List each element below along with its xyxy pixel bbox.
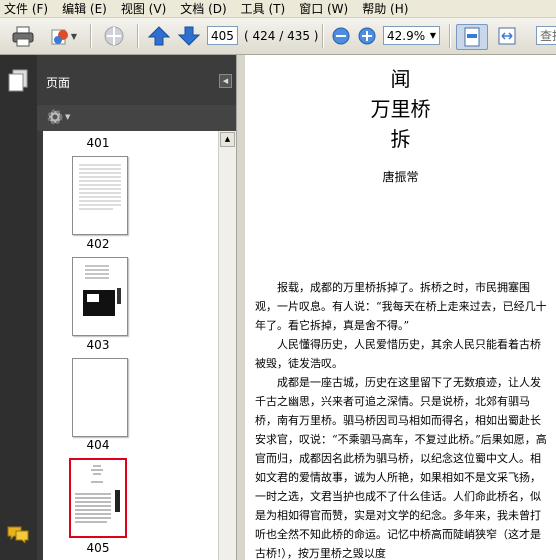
fit-page-icon xyxy=(464,27,480,47)
menu-file[interactable]: 文件 (F) xyxy=(0,0,52,17)
share-button[interactable]: ▼ xyxy=(46,24,80,48)
doc-title-line-2: 万里桥 xyxy=(370,97,431,121)
thumbnail-label: 401 xyxy=(86,136,110,150)
page-number-input[interactable]: 405 xyxy=(207,26,238,45)
comments-nav-button[interactable] xyxy=(6,525,30,546)
thumbnail-list: 401 402 403 404 405 xyxy=(43,131,218,560)
panel-options-bar: ▼ xyxy=(37,105,236,131)
toolbar-divider xyxy=(137,24,139,48)
thumbnail-scrollbar[interactable]: ▲ xyxy=(218,131,237,560)
menu-edit[interactable]: 编辑 (E) xyxy=(58,0,111,17)
menu-help[interactable]: 帮助 (H) xyxy=(358,0,412,17)
options-button[interactable]: ▼ xyxy=(46,108,70,126)
menu-document[interactable]: 文档 (D) xyxy=(176,0,230,17)
globe-icon xyxy=(104,26,124,46)
arrow-down-icon xyxy=(178,26,200,46)
panel-header: 页面 ◀ xyxy=(37,55,236,105)
doc-title-line-1: 闻 xyxy=(390,67,411,91)
navigation-strip xyxy=(0,55,38,560)
toolbar-divider xyxy=(449,24,451,48)
print-icon xyxy=(12,26,34,47)
thumbnail-page-405[interactable] xyxy=(69,458,127,538)
chevron-down-icon: ▼ xyxy=(65,113,71,121)
thumbnail-page-403[interactable] xyxy=(72,257,128,336)
zoom-in-button[interactable] xyxy=(356,24,378,48)
comments-icon xyxy=(7,526,29,545)
menu-window[interactable]: 窗口 (W) xyxy=(295,0,352,17)
next-page-button[interactable] xyxy=(177,24,201,48)
toolbar-divider xyxy=(90,24,92,48)
page-preview xyxy=(79,164,121,210)
thumbnail-label: 403 xyxy=(86,338,110,352)
fit-page-button[interactable] xyxy=(456,24,488,50)
previous-page-button[interactable] xyxy=(147,24,171,48)
chevron-down-icon: ▼ xyxy=(429,31,436,40)
zoom-in-icon xyxy=(358,27,376,45)
panel-title: 页面 xyxy=(46,76,71,90)
print-button[interactable] xyxy=(10,24,36,48)
page-preview xyxy=(83,265,121,316)
collaborate-button[interactable] xyxy=(100,24,128,48)
thumbnail-page-402[interactable] xyxy=(72,156,128,235)
doc-author: 唐振常 xyxy=(382,170,419,184)
zoom-select[interactable]: 42.9% ▼ xyxy=(383,26,440,45)
doc-title-line-3: 拆 xyxy=(390,127,411,151)
collapse-panel-button[interactable]: ◀ xyxy=(219,74,232,88)
page-count: ( 424 / 435 ) xyxy=(244,29,319,43)
menu-view[interactable]: 视图 (V) xyxy=(117,0,170,17)
gear-icon xyxy=(47,109,63,125)
scroll-up-button[interactable]: ▲ xyxy=(220,132,235,147)
zoom-value: 42.9% xyxy=(387,28,426,43)
pages-icon xyxy=(8,69,28,92)
page-preview xyxy=(75,465,120,523)
chevron-up-icon: ▲ xyxy=(224,135,231,143)
thumbnail-label: 404 xyxy=(86,438,110,452)
search-input[interactable]: 查找 xyxy=(536,26,556,45)
toolbar: ▼ 405 ( 424 / 435 ) 42.9% ▼ 查 xyxy=(0,18,556,55)
zoom-out-icon xyxy=(332,27,350,45)
thumbnail-page-404[interactable] xyxy=(72,358,128,437)
chevron-left-icon: ◀ xyxy=(222,77,229,85)
chevron-down-icon: ▼ xyxy=(70,31,78,41)
pages-nav-button[interactable] xyxy=(7,69,29,96)
menu-tools[interactable]: 工具 (T) xyxy=(237,0,290,17)
share-icon xyxy=(51,29,68,45)
doc-paragraph-1: 报载，成都的万里桥拆掉了。拆桥之时，市民拥塞围观，一片叹息。有人说：“我每天在桥… xyxy=(255,281,547,332)
pages-panel: 页面 ◀ ▼ 401 402 403 404 405 ▲ xyxy=(37,55,237,560)
fit-width-icon xyxy=(498,27,516,45)
zoom-out-button[interactable] xyxy=(330,24,352,48)
fit-width-button[interactable] xyxy=(493,24,521,48)
arrow-up-icon xyxy=(148,26,170,46)
doc-paragraph-2: 人民懂得历史，人民爱惜历史，其余人民只能看着古桥被毁，徒发浩叹。 xyxy=(255,338,541,370)
doc-paragraph-3: 成都是一座古城，历史在这里留下了无数痕迹，让人发千古之幽思，兴来者可追之深情。只… xyxy=(255,376,547,560)
thumbnail-label: 405 xyxy=(86,541,110,555)
document-view: 闻 万里桥 拆 唐振常 报载，成都的万里桥拆掉了。拆桥之时，市民拥塞围观，一片叹… xyxy=(245,55,556,560)
thumbnail-label: 402 xyxy=(86,237,110,251)
toolbar-divider xyxy=(322,24,324,48)
menu-bar: 文件 (F) 编辑 (E) 视图 (V) 文档 (D) 工具 (T) 窗口 (W… xyxy=(0,0,556,18)
